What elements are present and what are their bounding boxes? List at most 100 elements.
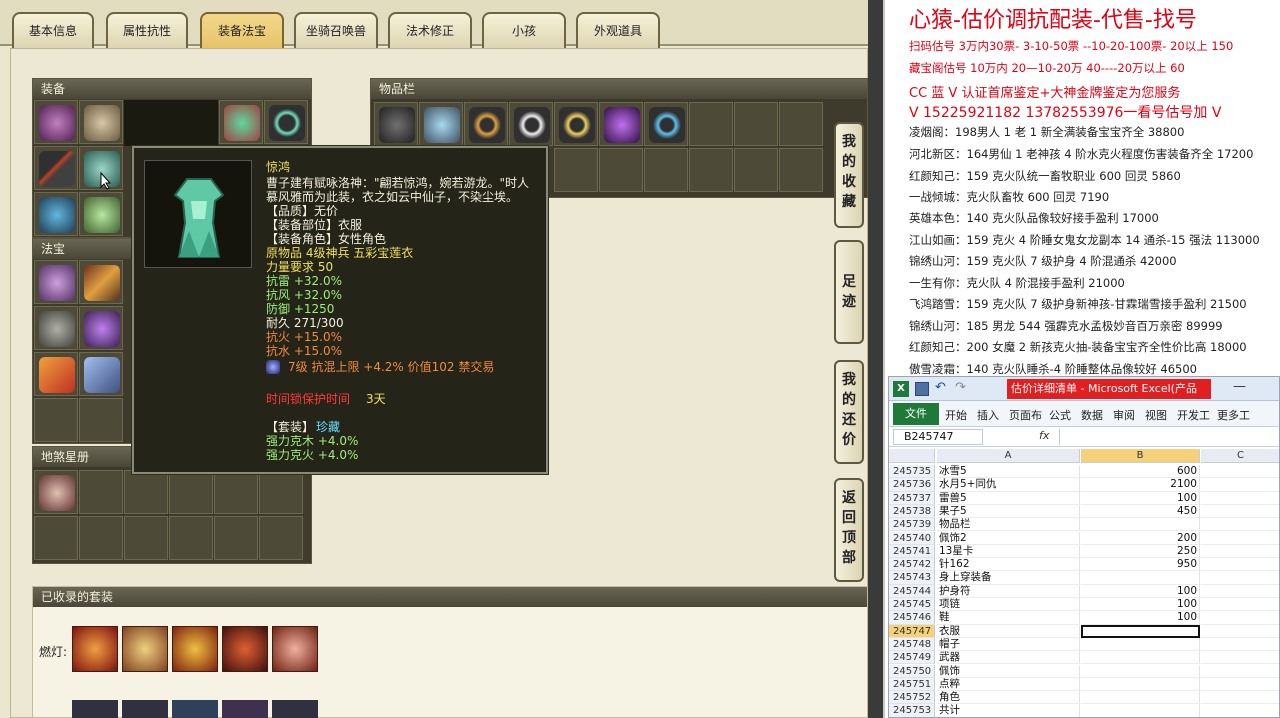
cell-c[interactable] <box>1201 545 1279 559</box>
inventory-slot[interactable] <box>689 102 733 146</box>
equip-slot[interactable] <box>34 192 78 236</box>
minimize-icon[interactable]: — <box>1233 379 1246 394</box>
cell-b[interactable] <box>1081 664 1200 678</box>
menu-review[interactable]: 审阅 <box>1113 407 1135 423</box>
cell-c[interactable] <box>1201 518 1279 532</box>
row-number[interactable]: 245750 <box>889 664 935 678</box>
row-number[interactable]: 245745 <box>889 598 935 612</box>
equip-slot[interactable] <box>34 146 78 190</box>
inventory-slot[interactable] <box>779 148 823 192</box>
cell-b[interactable]: 950 <box>1081 558 1200 572</box>
star-slot[interactable] <box>79 516 123 560</box>
row-number[interactable]: 245737 <box>889 491 935 505</box>
cell-c[interactable] <box>1201 678 1279 692</box>
name-box[interactable]: B245747 <box>893 429 983 445</box>
menu-more[interactable]: 更多工 <box>1217 407 1250 423</box>
cell-c[interactable] <box>1201 585 1279 598</box>
row-number[interactable]: 245743 <box>889 571 935 585</box>
star-slot[interactable] <box>214 470 258 514</box>
fx-icon[interactable]: fx <box>1039 429 1049 442</box>
cell-a[interactable]: 帽子 <box>937 637 1080 652</box>
set-item[interactable] <box>272 700 318 718</box>
row-number[interactable]: 245746 <box>889 611 935 625</box>
row-number[interactable]: 245742 <box>889 558 935 572</box>
set-item[interactable] <box>272 626 318 672</box>
cell-c[interactable] <box>1201 465 1279 479</box>
column-header-c[interactable]: C <box>1201 449 1279 463</box>
cell-a[interactable]: 护身符 <box>937 584 1080 598</box>
row-number[interactable]: 245744 <box>889 584 935 598</box>
menu-insert[interactable]: 插入 <box>977 407 999 423</box>
cell-b[interactable]: 100 <box>1081 598 1200 612</box>
inventory-slot[interactable] <box>554 148 598 192</box>
cell-b[interactable]: 100 <box>1081 491 1200 505</box>
inventory-slot[interactable] <box>374 102 418 146</box>
set-item[interactable] <box>72 626 118 672</box>
row-number[interactable]: 245741 <box>889 544 935 559</box>
inventory-slot[interactable] <box>599 148 643 192</box>
cell-a[interactable]: 果子5 <box>937 504 1080 519</box>
star-slot[interactable] <box>169 470 213 514</box>
treasure-slot[interactable] <box>34 306 78 350</box>
cell-c[interactable] <box>1201 638 1279 652</box>
inventory-slot[interactable] <box>464 102 508 146</box>
star-slot[interactable] <box>124 470 168 514</box>
row-number[interactable]: 245753 <box>889 704 935 717</box>
cell-b[interactable] <box>1081 624 1200 638</box>
cell-a[interactable]: 鞋 <box>937 611 1080 625</box>
star-slot[interactable] <box>124 516 168 560</box>
inventory-slot[interactable] <box>734 102 778 146</box>
cell-c[interactable] <box>1201 598 1279 612</box>
row-number[interactable]: 245740 <box>889 531 935 545</box>
set-item[interactable] <box>172 700 218 718</box>
cell-a[interactable]: 佩饰2 <box>937 531 1080 545</box>
star-slot[interactable] <box>79 470 123 514</box>
cell-a[interactable]: 冰雪5 <box>937 465 1080 479</box>
formula-input[interactable] <box>1059 429 1279 445</box>
cell-a[interactable]: 水月5+同仇 <box>937 478 1080 492</box>
tab-basic-info[interactable]: 基本信息 <box>12 12 94 48</box>
equip-slot[interactable] <box>79 100 123 144</box>
cell-b[interactable] <box>1081 691 1200 705</box>
row-number[interactable]: 245736 <box>889 478 935 492</box>
cell-c[interactable] <box>1201 665 1279 678</box>
cell-b[interactable]: 2100 <box>1081 478 1200 492</box>
cell-c[interactable] <box>1201 505 1279 519</box>
star-slot[interactable] <box>34 470 78 514</box>
row-number[interactable]: 245751 <box>889 677 935 692</box>
row-number[interactable]: 245749 <box>889 651 935 665</box>
inventory-slot[interactable] <box>419 102 463 146</box>
cell-a[interactable]: 物品栏 <box>937 518 1080 532</box>
save-icon[interactable] <box>915 382 929 396</box>
cell-c[interactable] <box>1201 625 1279 638</box>
tab-mounts-summons[interactable]: 坐骑召唤兽 <box>294 12 378 48</box>
cell-c[interactable] <box>1201 704 1279 717</box>
inventory-slot[interactable] <box>779 102 823 146</box>
corner-header[interactable] <box>889 449 935 463</box>
cell-c[interactable] <box>1201 532 1279 545</box>
tab-child[interactable]: 小孩 <box>482 12 566 48</box>
inventory-slot[interactable] <box>554 102 598 146</box>
cell-a[interactable]: 共计 <box>937 704 1080 717</box>
inventory-slot[interactable] <box>644 102 688 146</box>
star-slot[interactable] <box>214 516 258 560</box>
inventory-slot[interactable] <box>509 102 553 146</box>
my-offers-button[interactable]: 我的还价 <box>834 360 864 464</box>
row-number[interactable]: 245735 <box>889 465 935 479</box>
cell-a[interactable]: 角色 <box>937 691 1080 705</box>
set-item[interactable] <box>172 626 218 672</box>
equip-slot[interactable] <box>79 192 123 236</box>
cell-a[interactable]: 身上穿装备 <box>937 571 1080 585</box>
file-menu[interactable]: 文件 <box>893 403 939 425</box>
column-header-a[interactable]: A <box>937 449 1080 463</box>
row-number[interactable]: 245747 <box>889 624 935 638</box>
menu-home[interactable]: 开始 <box>945 407 967 423</box>
undo-icon[interactable]: ↶ <box>935 380 946 395</box>
cell-a[interactable]: 项链 <box>937 598 1080 612</box>
treasure-slot[interactable] <box>34 398 78 442</box>
set-item[interactable] <box>222 700 268 718</box>
cell-b[interactable]: 100 <box>1081 584 1200 598</box>
cell-b[interactable] <box>1081 571 1200 585</box>
cell-b[interactable]: 200 <box>1081 531 1200 545</box>
star-slot[interactable] <box>34 516 78 560</box>
